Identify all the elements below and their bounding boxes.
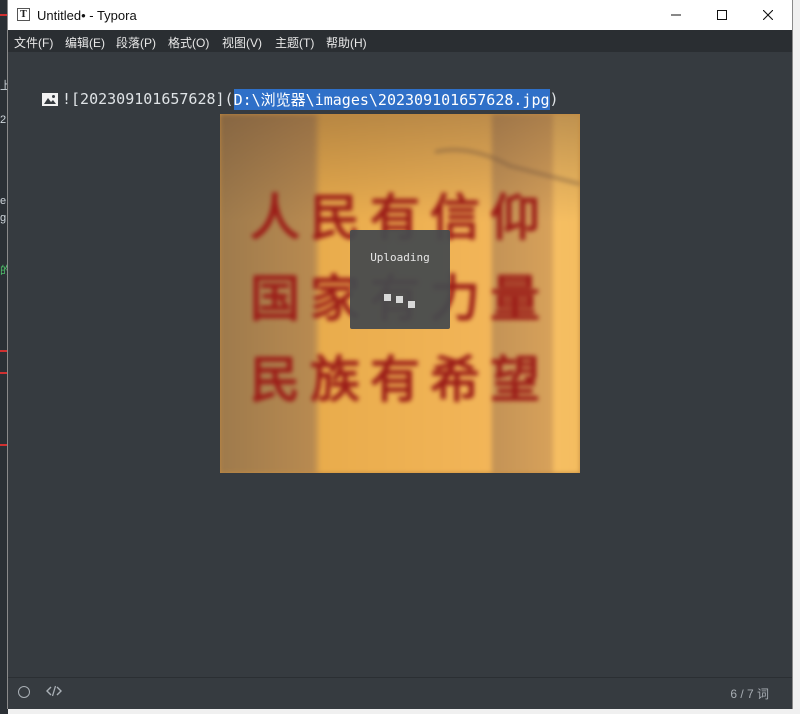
- close-button[interactable]: [745, 0, 791, 30]
- menu-file[interactable]: 文件(F): [14, 34, 53, 51]
- outline-toggle-icon[interactable]: [18, 686, 30, 698]
- uploading-label: Uploading: [370, 251, 430, 264]
- typora-app-icon: T: [17, 8, 30, 21]
- maximize-button[interactable]: [699, 0, 745, 30]
- image-icon: [42, 92, 58, 106]
- background-text: g: [0, 212, 7, 224]
- title-bar[interactable]: T Untitled• - Typora: [8, 0, 792, 30]
- source-code-mode-icon[interactable]: [46, 685, 62, 697]
- window-title: Untitled• - Typora: [37, 8, 137, 23]
- spinner-dot: [408, 301, 415, 308]
- background-text: e: [0, 195, 7, 207]
- background-window: 上 2: e g 的: [0, 0, 11, 714]
- spinner-dot: [396, 296, 403, 303]
- menu-format[interactable]: 格式(O): [168, 34, 209, 51]
- inserted-image-preview[interactable]: 人民有信仰 国家有力量 民族有希望 Uploading: [220, 114, 580, 473]
- background-red-line: [0, 372, 8, 374]
- background-red-line: [0, 350, 8, 352]
- maximize-icon: [717, 10, 727, 20]
- typora-window: T Untitled• - Typora 文件(F) 编辑(E) 段落(P) 格…: [8, 0, 792, 709]
- spinner-dot: [384, 294, 391, 301]
- background-red-line: [0, 14, 8, 16]
- markdown-close-paren: ): [549, 90, 559, 108]
- minimize-icon: [671, 14, 681, 16]
- menu-paragraph[interactable]: 段落(P): [116, 34, 156, 51]
- word-count[interactable]: 6 / 7 词: [730, 685, 769, 702]
- menu-edit[interactable]: 编辑(E): [65, 34, 105, 51]
- minimize-button[interactable]: [653, 0, 699, 30]
- menu-bar: 文件(F) 编辑(E) 段落(P) 格式(O) 视图(V) 主题(T) 帮助(H…: [8, 30, 792, 52]
- uploading-overlay: Uploading: [350, 230, 450, 329]
- menu-theme[interactable]: 主题(T): [275, 34, 314, 51]
- menu-help[interactable]: 帮助(H): [326, 34, 367, 51]
- status-bar: 6 / 7 词: [8, 677, 792, 709]
- markdown-image-line[interactable]: ![202309101657628](D:\浏览器\images\2023091…: [42, 88, 559, 110]
- close-icon: [763, 10, 773, 20]
- background-red-line: [0, 444, 8, 446]
- selected-image-path[interactable]: D:\浏览器\images\202309101657628.jpg: [233, 88, 550, 110]
- menu-view[interactable]: 视图(V): [222, 34, 262, 51]
- photo-text-line-3: 民族有希望: [250, 350, 550, 409]
- editor-area[interactable]: ![202309101657628](D:\浏览器\images\2023091…: [8, 52, 792, 677]
- markdown-image-syntax: ![202309101657628](: [62, 90, 234, 108]
